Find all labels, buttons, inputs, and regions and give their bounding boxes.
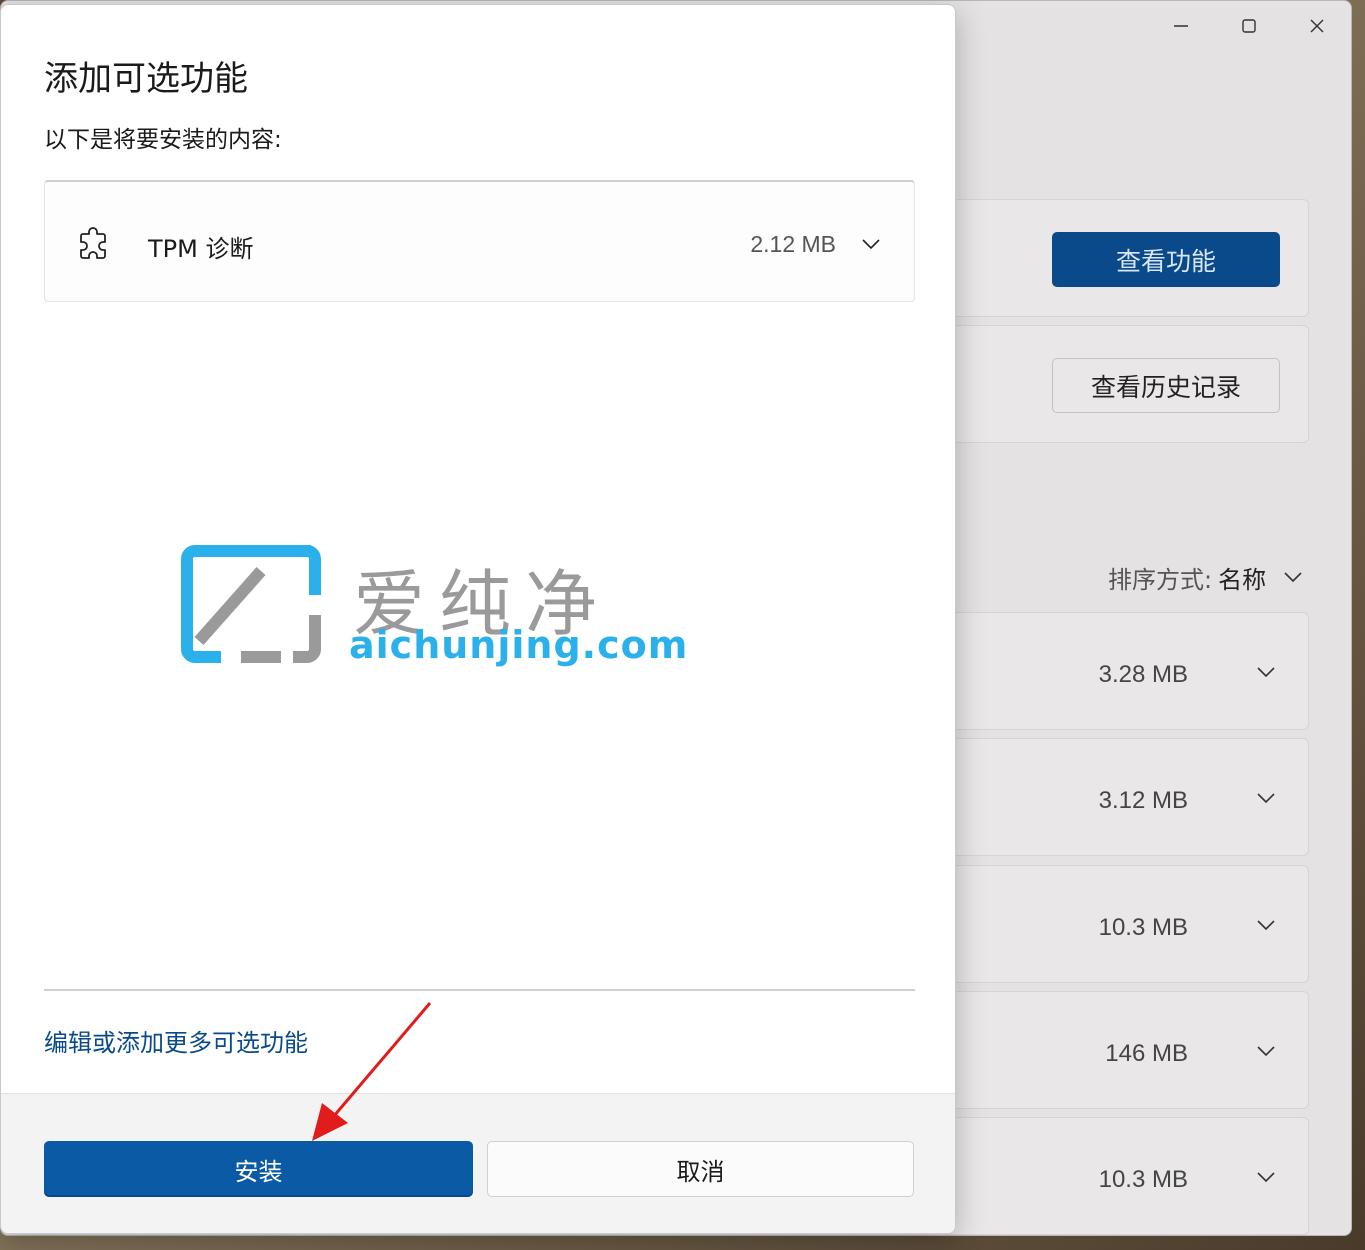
dialog-footer: 安装 取消 [1,1093,955,1233]
feature-list-item[interactable]: TPM 诊断 2.12 MB [44,180,915,302]
minimize-icon [1174,25,1188,27]
maximize-button[interactable] [1215,1,1283,51]
chevron-down-icon[interactable] [1255,914,1277,936]
annotation-arrow-icon [312,1002,432,1141]
installed-feature-item[interactable]: 10.3 MB [941,1117,1309,1235]
dialog-subtitle: 以下是将要安装的内容: [44,127,282,153]
chevron-down-icon[interactable] [1255,787,1277,809]
maximize-icon [1242,19,1256,33]
feature-size: 2.12 MB [750,231,836,257]
window-controls [1147,1,1351,51]
installed-feature-item[interactable]: 10.3 MB [941,865,1309,983]
installed-feature-item[interactable]: 146 MB [941,991,1309,1109]
puzzle-icon [80,227,106,259]
view-features-button[interactable]: 查看功能 [1052,232,1280,287]
installed-feature-item[interactable]: 3.12 MB [941,738,1309,856]
installed-feature-size: 146 MB [1105,1040,1188,1067]
add-optional-feature-dialog: 添加可选功能 以下是将要安装的内容: TPM 诊断 2.12 MB 爱纯净 ai… [0,4,956,1234]
watermark: 爱纯净 aichunjing.com [181,545,687,667]
divider [44,989,915,991]
chevron-down-icon[interactable] [1255,661,1277,683]
installed-feature-size: 3.28 MB [1098,661,1188,688]
cancel-button[interactable]: 取消 [487,1141,914,1197]
installed-feature-size: 3.12 MB [1098,787,1188,814]
edit-or-add-features-link[interactable]: 编辑或添加更多可选功能 [44,1023,308,1058]
sort-value: 名称 [1218,565,1267,594]
chevron-down-icon[interactable] [860,233,882,255]
sort-label: 排序方式: [1108,565,1213,594]
close-button[interactable] [1283,1,1351,51]
watermark-text-en: aichunjing.com [349,623,689,667]
close-icon [1310,19,1324,33]
sort-dropdown[interactable]: 排序方式: 名称 [1108,557,1304,597]
install-button[interactable]: 安装 [44,1141,473,1197]
chevron-down-icon[interactable] [1255,1040,1277,1062]
watermark-logo-icon [181,545,321,663]
installed-feature-item[interactable]: 3.28 MB [941,612,1309,730]
view-history-button[interactable]: 查看历史记录 [1052,358,1280,413]
feature-name: TPM 诊断 [148,235,254,263]
installed-feature-size: 10.3 MB [1098,1166,1188,1193]
chevron-down-icon [1284,572,1302,583]
installed-feature-size: 10.3 MB [1098,914,1188,941]
minimize-button[interactable] [1147,1,1215,51]
dialog-title: 添加可选功能 [44,59,248,99]
chevron-down-icon[interactable] [1255,1166,1277,1188]
